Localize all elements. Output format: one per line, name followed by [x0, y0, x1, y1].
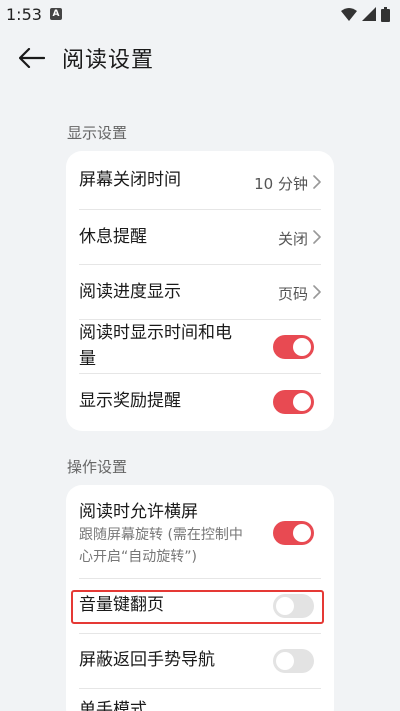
toggle-knob: [293, 524, 311, 542]
show-time-battery-toggle[interactable]: [273, 335, 314, 359]
reward-reminder-toggle[interactable]: [273, 390, 314, 414]
setting-value: 10 分钟: [254, 175, 308, 193]
display-settings-card: 屏幕关闭时间 10 分钟 休息提醒 关闭 阅读进度显示 页码 阅读时显示时间和电…: [66, 151, 334, 431]
notification-a-icon: A: [49, 8, 62, 20]
setting-sub-line1: 跟随屏幕旋转 (需在控制中: [79, 527, 243, 543]
status-time: 1:53: [6, 4, 42, 24]
setting-row-one-hand-mode[interactable]: 单手模式: [66, 689, 334, 711]
wifi-icon: [341, 7, 357, 21]
battery-icon: [381, 6, 390, 22]
toggle-knob: [293, 338, 311, 356]
toggle-knob: [293, 393, 311, 411]
setting-label: 屏幕关闭时间: [79, 170, 181, 190]
setting-row-allow-landscape: 阅读时允许横屏 跟随屏幕旋转 (需在控制中 心开启“自动旋转”): [66, 485, 334, 577]
status-right: [341, 6, 390, 22]
page-title: 阅读设置: [62, 48, 155, 73]
chevron-right-icon: [313, 230, 321, 244]
section-label-display: 显示设置: [67, 124, 128, 142]
setting-label: 阅读进度显示: [79, 282, 181, 302]
setting-row-show-time-battery: 阅读时显示时间和电 量: [66, 320, 334, 374]
setting-row-rest-reminder[interactable]: 休息提醒 关闭: [66, 210, 334, 264]
setting-label: 单手模式: [79, 700, 147, 711]
highlight-box: [71, 590, 324, 624]
block-back-gesture-toggle[interactable]: [273, 649, 314, 673]
setting-label-line1: 阅读时显示时间和电: [79, 323, 232, 343]
chevron-right-icon: [313, 175, 321, 189]
toggle-knob: [276, 652, 294, 670]
setting-label: 屏蔽返回手势导航: [79, 650, 215, 670]
setting-row-screen-off-time[interactable]: 屏幕关闭时间 10 分钟: [66, 151, 334, 209]
setting-sub-line2: 心开启“自动旋转”): [79, 549, 197, 565]
signal-icon: [362, 7, 376, 21]
setting-label: 显示奖励提醒: [79, 391, 181, 411]
back-button[interactable]: [8, 34, 56, 82]
arrow-left-icon: [19, 48, 45, 68]
setting-value: 页码: [277, 285, 308, 303]
status-left: 1:53 A: [6, 5, 62, 24]
allow-landscape-toggle[interactable]: [273, 521, 314, 545]
setting-label: 阅读时允许横屏: [79, 502, 198, 522]
setting-row-reading-progress[interactable]: 阅读进度显示 页码: [66, 265, 334, 319]
chevron-right-icon: [313, 285, 321, 299]
setting-value: 关闭: [277, 230, 308, 248]
header: 阅读设置: [0, 34, 400, 82]
setting-label-line2: 量: [79, 349, 96, 369]
setting-label: 休息提醒: [79, 227, 147, 247]
section-label-operation: 操作设置: [67, 458, 128, 476]
setting-row-reward-reminder: 显示奖励提醒: [66, 374, 334, 430]
setting-row-block-back-gesture: 屏蔽返回手势导航: [66, 634, 334, 688]
status-bar: 1:53 A: [0, 0, 400, 28]
